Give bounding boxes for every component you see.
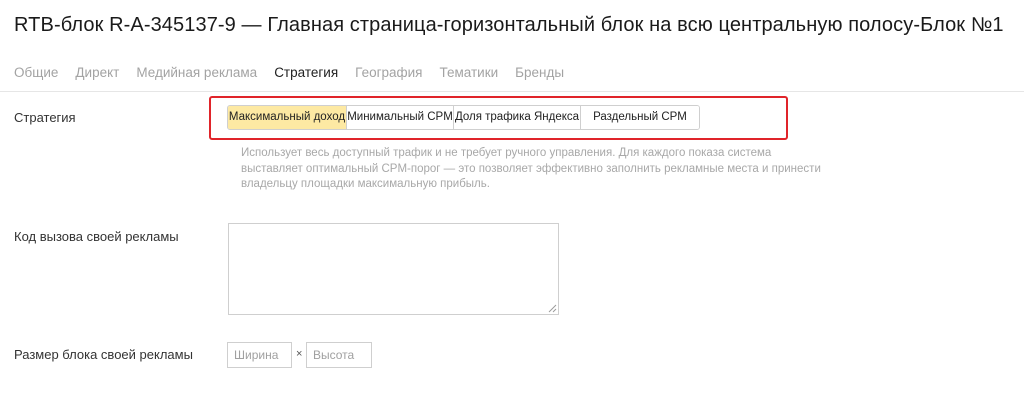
strategy-hint-line: Использует весь доступный трафик и не тр… xyxy=(241,147,772,159)
strategy-label: Стратегия xyxy=(14,110,76,125)
strategy-option-max-revenue[interactable]: Максимальный доход xyxy=(228,106,346,129)
tab-media-ads[interactable]: Медийная реклама xyxy=(136,65,257,80)
own-ad-size-label: Размер блока своей рекламы xyxy=(14,347,193,362)
resize-grip-icon[interactable] xyxy=(548,304,557,313)
height-input[interactable] xyxy=(306,342,372,368)
tab-geography[interactable]: География xyxy=(355,65,422,80)
tabs-divider xyxy=(0,91,1024,92)
strategy-hint-line: владельцу площадки максимальную прибыль. xyxy=(241,178,490,190)
tab-topics[interactable]: Тематики xyxy=(439,65,498,80)
strategy-hint: Использует весь доступный трафик и не тр… xyxy=(241,146,841,193)
tab-strategy[interactable]: Стратегия xyxy=(274,65,338,80)
own-ad-code-textarea[interactable] xyxy=(228,223,559,315)
tab-bar: Общие Директ Медийная реклама Стратегия … xyxy=(14,65,581,80)
strategy-selector: Максимальный доход Минимальный CPM Доля … xyxy=(227,105,700,130)
own-ad-code-label: Код вызова своей рекламы xyxy=(14,229,179,244)
tab-brands[interactable]: Бренды xyxy=(515,65,564,80)
strategy-option-yandex-traffic-share[interactable]: Доля трафика Яндекса xyxy=(453,106,580,129)
strategy-hint-line: выставляет оптимальный CPM-порог — это п… xyxy=(241,162,821,175)
page-title: RTB-блок R-A-345137-9 — Главная страница… xyxy=(14,14,1004,36)
tab-direct[interactable]: Директ xyxy=(75,65,119,80)
strategy-option-min-cpm[interactable]: Минимальный CPM xyxy=(346,106,453,129)
width-input[interactable] xyxy=(227,342,292,368)
size-separator: × xyxy=(296,348,303,360)
strategy-option-separate-cpm[interactable]: Раздельный CPM xyxy=(580,106,699,129)
tab-general[interactable]: Общие xyxy=(14,65,58,80)
